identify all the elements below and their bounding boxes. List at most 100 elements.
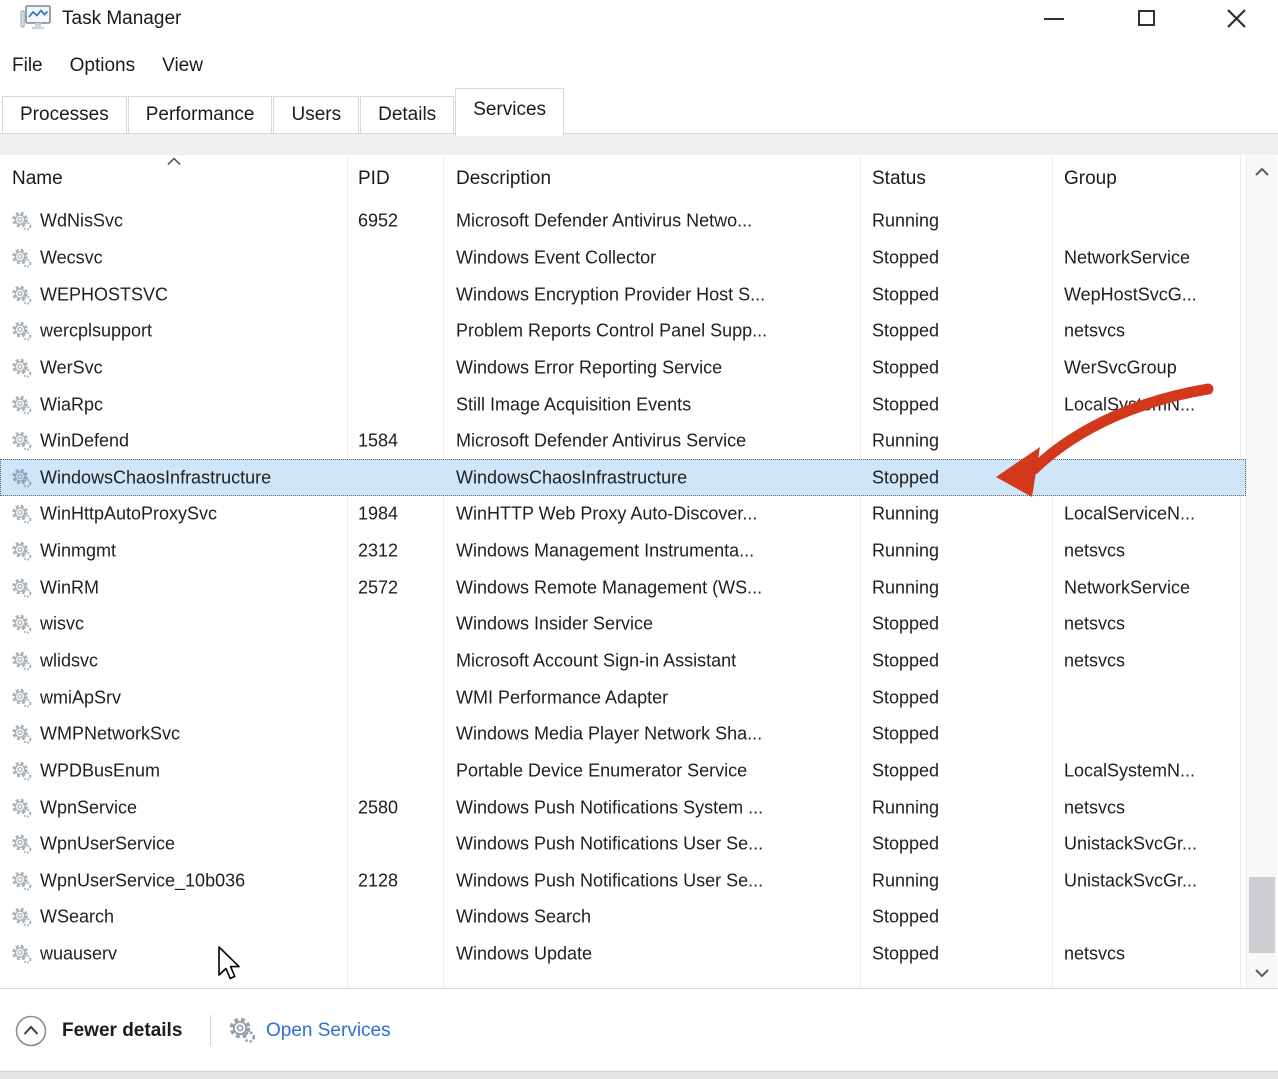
tab-details[interactable]: Details: [360, 96, 454, 134]
cell-name: wmiApSrv: [40, 687, 121, 708]
minimize-icon: [1044, 18, 1064, 20]
cell-status: Stopped: [872, 394, 939, 415]
cell-status: Stopped: [872, 687, 939, 708]
maximize-icon: [1138, 10, 1155, 26]
minimize-button[interactable]: [1028, 0, 1080, 36]
cell-status: Stopped: [872, 907, 939, 928]
tab-page-band: [0, 134, 1278, 155]
cell-description: Windows Push Notifications System ...: [456, 797, 763, 818]
cell-status: Running: [872, 577, 939, 598]
service-row-WdNisSvc[interactable]: WdNisSvc6952Microsoft Defender Antivirus…: [0, 203, 1246, 240]
service-row-Winmgmt[interactable]: Winmgmt2312Windows Management Instrument…: [0, 533, 1246, 570]
task-manager-app-icon: [20, 2, 52, 34]
service-row-wisvc[interactable]: wisvcWindows Insider ServiceStoppednetsv…: [0, 606, 1246, 643]
cell-status: Stopped: [872, 284, 939, 305]
cell-pid: 6952: [358, 211, 398, 232]
service-row-WpnUserService_10b036[interactable]: WpnUserService_10b0362128Windows Push No…: [0, 863, 1246, 900]
maximize-button[interactable]: [1120, 0, 1172, 36]
open-services-link[interactable]: Open Services: [266, 1020, 391, 1042]
column-header-description[interactable]: Description: [456, 168, 551, 190]
service-row-WiaRpc[interactable]: WiaRpcStill Image Acquisition EventsStop…: [0, 386, 1246, 423]
menu-item-view[interactable]: View: [162, 55, 203, 77]
cell-description: Windows Media Player Network Sha...: [456, 724, 762, 745]
cell-name: WpnUserService_10b036: [40, 870, 245, 891]
cell-status: Running: [872, 541, 939, 562]
cell-status: Stopped: [872, 247, 939, 268]
service-gear-icon: [11, 687, 32, 708]
cell-status: Running: [872, 797, 939, 818]
service-gear-icon: [11, 797, 32, 818]
scrollbar-thumb[interactable]: [1249, 877, 1275, 953]
cell-status: Stopped: [872, 614, 939, 635]
column-header-group[interactable]: Group: [1064, 168, 1117, 190]
service-gear-icon: [11, 284, 32, 305]
cell-description: Windows Event Collector: [456, 247, 656, 268]
cell-status: Stopped: [872, 724, 939, 745]
cell-status: Stopped: [872, 651, 939, 672]
cell-name: wlidsvc: [40, 651, 98, 672]
service-row-wmiApSrv[interactable]: wmiApSrvWMI Performance AdapterStopped: [0, 679, 1246, 716]
title-bar: Task Manager: [0, 0, 1278, 44]
fewer-details-label[interactable]: Fewer details: [62, 1020, 182, 1042]
tab-services[interactable]: Services: [455, 88, 564, 136]
service-row-WindowsChaosInfrastructure[interactable]: WindowsChaosInfrastructureWindowsChaosIn…: [0, 459, 1246, 496]
cell-pid: 1984: [358, 504, 398, 525]
cell-name: WEPHOSTSVC: [40, 284, 168, 305]
cell-description: WindowsChaosInfrastructure: [456, 467, 687, 488]
menu-item-options[interactable]: Options: [70, 55, 135, 77]
service-gear-icon: [11, 944, 32, 965]
cell-description: Windows Search: [456, 907, 591, 928]
service-gear-icon: [11, 504, 32, 525]
service-row-WinHttpAutoProxySvc[interactable]: WinHttpAutoProxySvc1984WinHTTP Web Proxy…: [0, 496, 1246, 533]
menu-item-file[interactable]: File: [12, 55, 43, 77]
cell-name: wercplsupport: [40, 321, 152, 342]
cell-group: LocalSystemN...: [1064, 394, 1195, 415]
service-row-Wecsvc[interactable]: WecsvcWindows Event CollectorStoppedNetw…: [0, 240, 1246, 277]
close-button[interactable]: [1210, 0, 1262, 36]
scroll-down-icon[interactable]: [1254, 968, 1270, 978]
service-row-WEPHOSTSVC[interactable]: WEPHOSTSVCWindows Encryption Provider Ho…: [0, 276, 1246, 313]
close-icon: [1226, 8, 1247, 29]
service-row-wuauserv[interactable]: wuauservWindows UpdateStoppednetsvcs: [0, 936, 1246, 973]
tab-strip: ProcessesPerformanceUsersDetailsServices: [0, 88, 1278, 134]
cell-pid: 1584: [358, 431, 398, 452]
service-row-wlidsvc[interactable]: wlidsvcMicrosoft Account Sign-in Assista…: [0, 643, 1246, 680]
cell-group: netsvcs: [1064, 614, 1125, 635]
service-row-WPDBusEnum[interactable]: WPDBusEnumPortable Device Enumerator Ser…: [0, 753, 1246, 790]
cell-group: netsvcs: [1064, 651, 1125, 672]
scroll-up-icon[interactable]: [1254, 167, 1270, 177]
tab-processes[interactable]: Processes: [2, 96, 127, 134]
column-header-pid[interactable]: PID: [358, 168, 390, 190]
tab-users[interactable]: Users: [273, 96, 359, 134]
cell-status: Running: [872, 211, 939, 232]
cell-description: Windows Remote Management (WS...: [456, 577, 762, 598]
cell-description: Windows Push Notifications User Se...: [456, 834, 763, 855]
fewer-details-button[interactable]: [15, 1015, 47, 1047]
column-header-name[interactable]: Name: [12, 168, 63, 190]
cell-name: WinHttpAutoProxySvc: [40, 504, 217, 525]
menu-bar: File Options View: [0, 46, 1278, 86]
cell-status: Running: [872, 870, 939, 891]
service-row-WpnService[interactable]: WpnService 2580 Windows Push Notifications…: [0, 789, 1246, 826]
vertical-scrollbar[interactable]: [1246, 155, 1277, 988]
service-row-WinRM[interactable]: WinRM2572Windows Remote Management (WS..…: [0, 569, 1246, 606]
footer-bar: Fewer details Open Services: [0, 988, 1278, 1072]
service-row-wercplsupport[interactable]: wercplsupportProblem Reports Control Pan…: [0, 313, 1246, 350]
service-row-WSearch[interactable]: WSearchWindows SearchStopped: [0, 899, 1246, 936]
cell-description: Windows Update: [456, 944, 592, 965]
column-header-status[interactable]: Status: [872, 168, 926, 190]
cell-group: NetworkService: [1064, 577, 1190, 598]
service-row-WerSvc[interactable]: WerSvcWindows Error Reporting ServiceSto…: [0, 350, 1246, 387]
service-gear-icon: [11, 724, 32, 745]
service-row-WpnUserService[interactable]: WpnUserServiceWindows Push Notifications…: [0, 826, 1246, 863]
service-row-WMPNetworkSvc[interactable]: WMPNetworkSvcWindows Media Player Networ…: [0, 716, 1246, 753]
cell-name: Wecsvc: [40, 247, 103, 268]
cell-group: LocalServiceN...: [1064, 504, 1195, 525]
cell-name: WpnService: [40, 797, 137, 818]
cell-group: UnistackSvcGr...: [1064, 870, 1197, 891]
tab-performance[interactable]: Performance: [128, 96, 273, 134]
task-manager-window: Task Manager File Options View ProcessesPe…: [0, 0, 1278, 1079]
service-row-WinDefend[interactable]: WinDefend1584Microsoft Defender Antiviru…: [0, 423, 1246, 460]
cell-pid: 2580: [358, 797, 398, 818]
cell-name: WerSvc: [40, 357, 103, 378]
